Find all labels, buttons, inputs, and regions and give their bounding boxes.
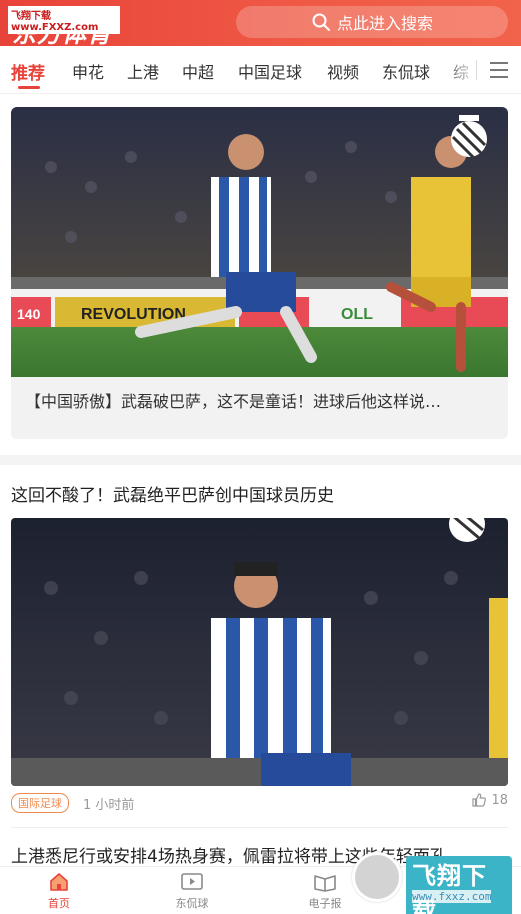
feature-caption: 【中国骄傲】武磊破巴萨，这不是童话！进球后他这样说…: [25, 392, 442, 411]
book-icon: [314, 875, 336, 892]
home-icon: [50, 873, 68, 891]
watermark-name: 飞翔下载: [406, 856, 512, 914]
article-meta: 国际足球 1 小时前 18: [11, 792, 508, 814]
nav-home[interactable]: 首页: [24, 871, 94, 911]
publish-time: 1 小时前: [83, 798, 135, 813]
article-image[interactable]: [11, 518, 508, 786]
watermark-url: www.fxxz.com: [412, 890, 492, 903]
category-tabs: 推荐 申花 上港 中超 中国足球 视频 东侃球 综: [0, 46, 521, 94]
nav-label-dongkanqiu: 东侃球: [175, 897, 209, 910]
watermark-logo-icon: [352, 852, 402, 902]
feature-card[interactable]: 140 REVOLUTION OLL 【中国骄傲】武磊破巴萨，这不是童话！进球后…: [11, 107, 508, 439]
nav-dongkanqiu[interactable]: 东侃球: [157, 871, 227, 911]
thumbs-up-icon: [472, 793, 487, 807]
tab-video[interactable]: 视频: [327, 59, 359, 83]
tab-shenhua[interactable]: 申花: [72, 59, 104, 83]
ad-board-3: OLL: [341, 306, 373, 323]
search-icon: [312, 13, 330, 31]
nav-label-home: 首页: [48, 897, 70, 910]
like-button[interactable]: 18: [471, 792, 508, 808]
article-title[interactable]: 这回不酸了！武磊绝平巴萨创中国球员历史: [11, 481, 334, 506]
app-header: 东方体育 飞翔下载 www.FXXZ.com 点此进入搜索: [0, 0, 521, 48]
active-tab-indicator: [18, 86, 40, 89]
video-icon: [181, 873, 203, 890]
feature-image: 140 REVOLUTION OLL: [11, 107, 508, 377]
tab-shanggang[interactable]: 上港: [127, 59, 159, 83]
tabs-fade: [440, 46, 480, 92]
list-divider: [11, 827, 508, 828]
ad-board-1: 140: [17, 306, 41, 322]
tab-zhongchao[interactable]: 中超: [182, 59, 214, 83]
tabs-divider: [476, 60, 477, 80]
menu-icon[interactable]: [488, 60, 510, 80]
category-tag[interactable]: 国际足球: [11, 793, 69, 813]
site-watermark: 飞翔下载 www.fxxz.com: [352, 850, 512, 914]
section-divider: [0, 455, 521, 465]
tab-dongkanqiu[interactable]: 东侃球: [382, 59, 430, 83]
nav-epaper[interactable]: 电子报: [290, 871, 360, 911]
nav-label-epaper: 电子报: [308, 897, 342, 910]
download-watermark: 飞翔下载 www.FXXZ.com: [8, 6, 120, 34]
search-bar[interactable]: 点此进入搜索: [236, 6, 508, 38]
tab-recommend[interactable]: 推荐: [11, 59, 45, 84]
like-count: 18: [491, 792, 508, 808]
app-logo[interactable]: 东方体育 飞翔下载 www.FXXZ.com: [8, 4, 120, 48]
tab-chinese-football[interactable]: 中国足球: [238, 59, 302, 83]
article-photo: [11, 518, 508, 786]
search-placeholder: 点此进入搜索: [336, 14, 433, 33]
